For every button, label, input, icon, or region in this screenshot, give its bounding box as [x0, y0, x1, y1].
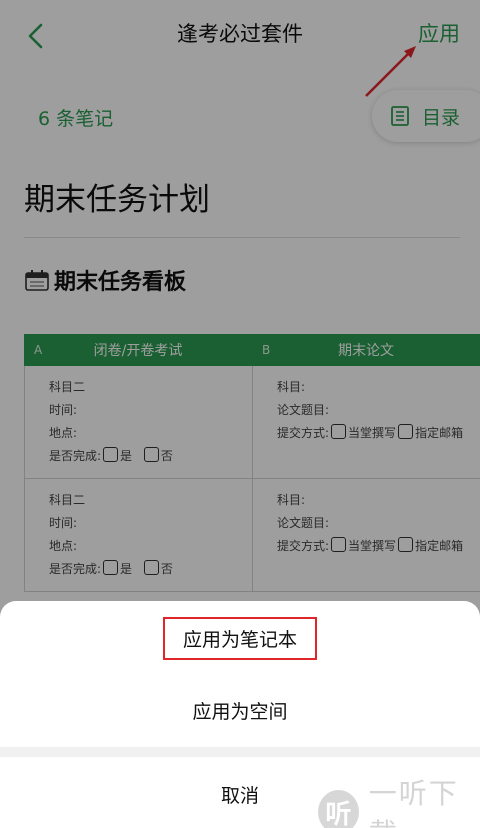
watermark-icon: 听 — [318, 790, 359, 828]
watermark-logo: 听 一听下载 — [318, 772, 480, 828]
highlight-box: 应用为笔记本 — [162, 617, 317, 660]
apply-as-space-option[interactable]: 应用为空间 — [0, 697, 480, 724]
watermark-text: 一听下载 — [368, 777, 459, 828]
sheet-separator — [0, 747, 480, 757]
apply-as-notebook-option[interactable]: 应用为笔记本 — [0, 617, 480, 660]
apply-options-sheet: 应用为笔记本 应用为空间 取消 听 一听下载 — [0, 601, 480, 828]
